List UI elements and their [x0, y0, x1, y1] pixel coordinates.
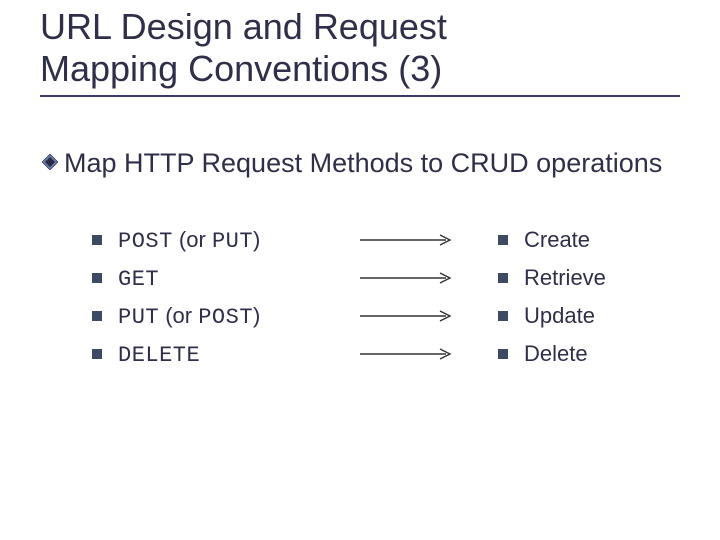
title-line-2: Mapping Conventions (3) [40, 48, 442, 89]
title-line-1: URL Design and Request [40, 6, 447, 47]
slide-title: URL Design and Request Mapping Conventio… [40, 6, 700, 91]
arrow-icon [348, 347, 468, 361]
http-method: DELETE [118, 341, 348, 368]
square-bullet-icon [498, 273, 508, 283]
crud-op: Retrieve [524, 265, 606, 291]
square-bullet-icon [92, 273, 102, 283]
list-item: GET Retrieve [92, 259, 700, 297]
square-bullet-icon [498, 311, 508, 321]
arrow-icon [348, 233, 468, 247]
square-bullet-icon [92, 311, 102, 321]
http-method: PUT (or POST) [118, 303, 348, 330]
list-item: PUT (or POST) Update [92, 297, 700, 335]
square-bullet-icon [92, 235, 102, 245]
square-bullet-icon [498, 235, 508, 245]
crud-op: Create [524, 227, 590, 253]
main-bullet-row: Map HTTP Request Methods to CRUD operati… [42, 145, 700, 181]
list-item: POST (or PUT) Create [92, 221, 700, 259]
crud-op: Delete [524, 341, 588, 367]
list-item: DELETE Delete [92, 335, 700, 373]
http-method: POST (or PUT) [118, 227, 348, 254]
main-bullet-text: Map HTTP Request Methods to CRUD operati… [64, 145, 662, 181]
title-underline [40, 95, 680, 97]
mapping-list: POST (or PUT) Create GET [92, 221, 700, 373]
slide: URL Design and Request Mapping Conventio… [0, 0, 720, 393]
arrow-icon [348, 309, 468, 323]
square-bullet-icon [92, 349, 102, 359]
diamond-icon [42, 154, 58, 170]
arrow-icon [348, 271, 468, 285]
http-method: GET [118, 265, 348, 292]
crud-op: Update [524, 303, 595, 329]
square-bullet-icon [498, 349, 508, 359]
